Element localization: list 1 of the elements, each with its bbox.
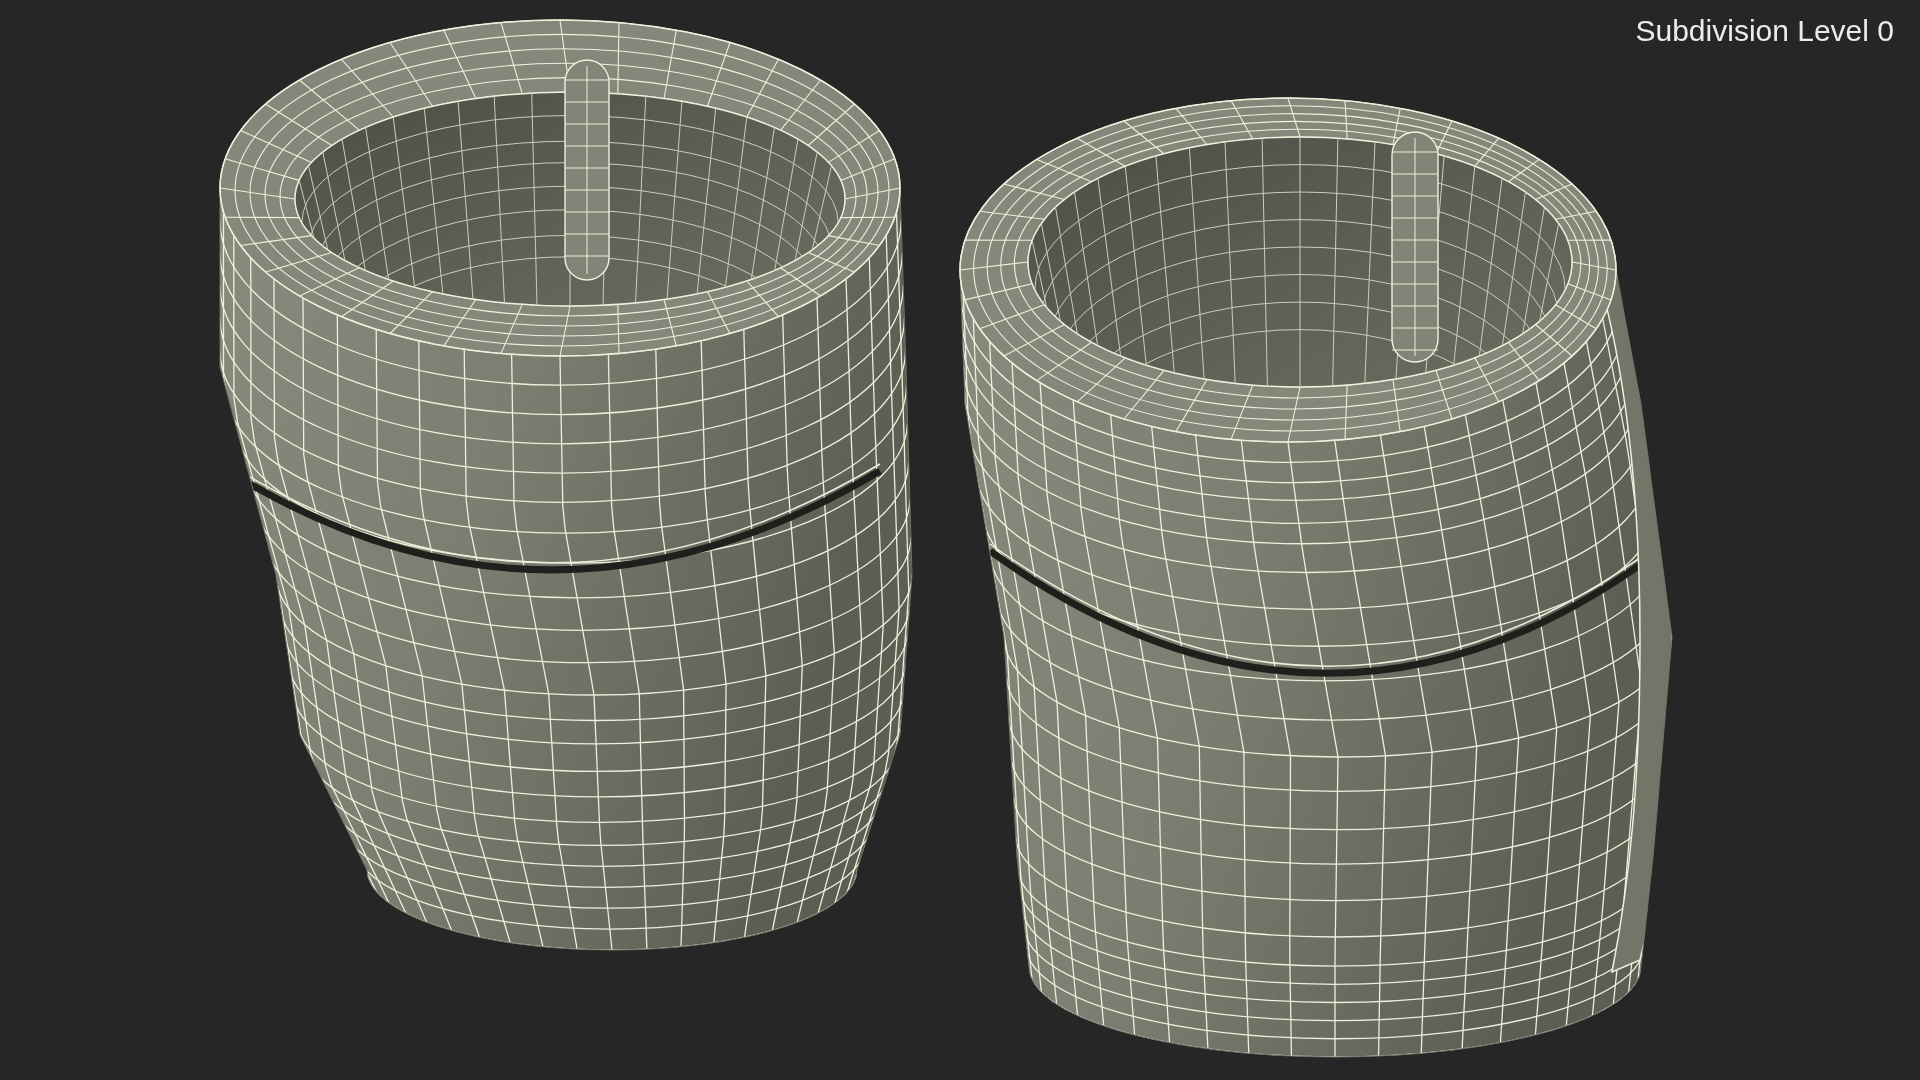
subdivision-level-label: Subdivision Level 0	[1635, 13, 1894, 49]
